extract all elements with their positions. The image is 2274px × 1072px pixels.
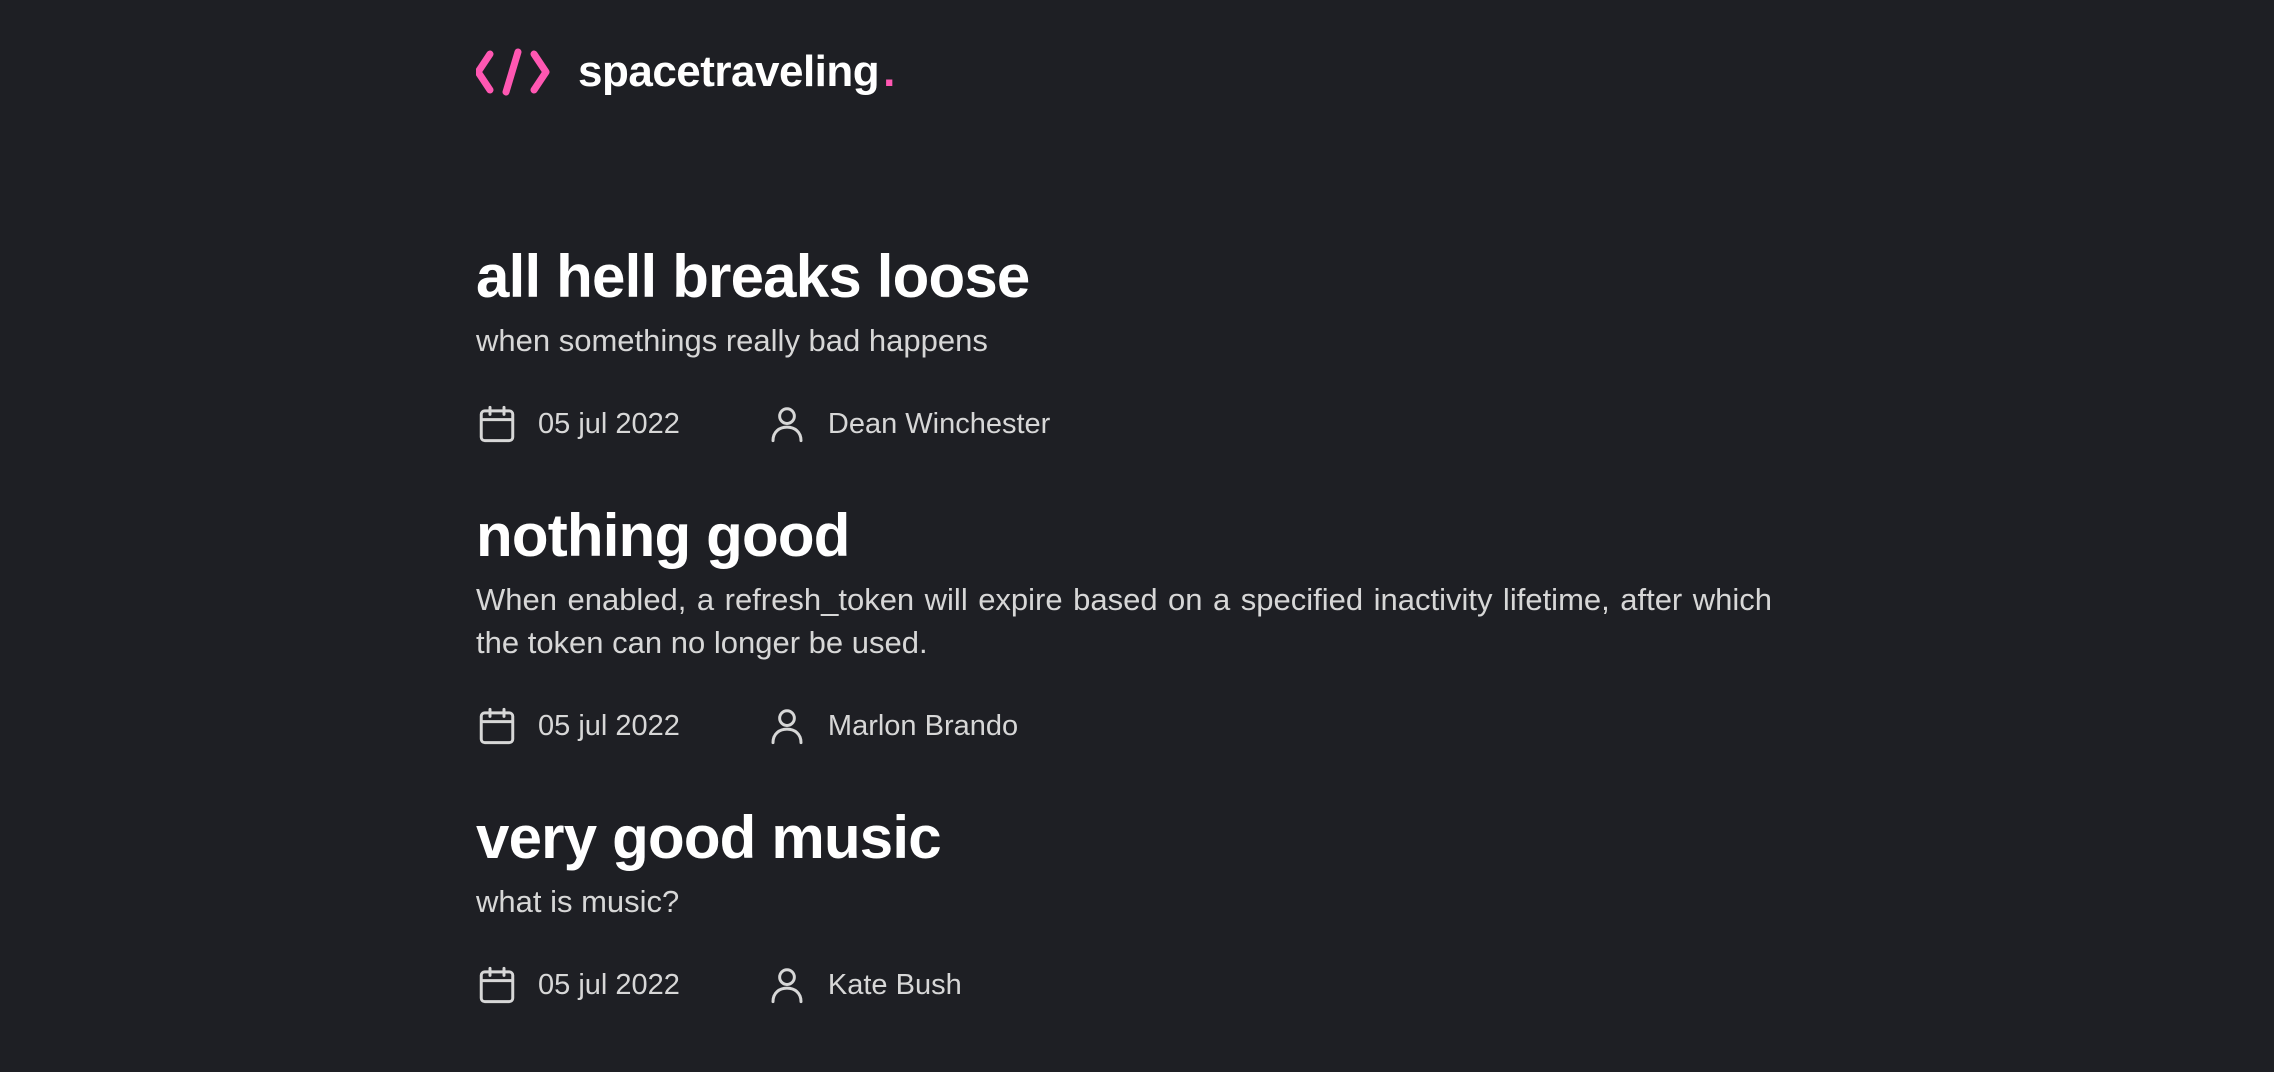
post-title[interactable]: very good music	[476, 802, 1772, 874]
user-icon	[771, 709, 803, 745]
post-author: Dean Winchester	[766, 403, 1050, 445]
post-info: 05 jul 2022 Marlon Brando	[476, 704, 1772, 748]
post-date-text: 05 jul 2022	[538, 968, 680, 1001]
post-subtitle: what is music?	[476, 884, 680, 919]
user-icon	[771, 407, 803, 443]
user-icon	[771, 968, 803, 1004]
calendar-icon	[479, 966, 515, 1004]
code-brackets-icon	[476, 48, 550, 96]
post-subtitle: When enabled, a refresh_token will expir…	[476, 582, 1772, 660]
post-author: Kate Bush	[766, 964, 962, 1006]
post-item[interactable]: all hell breaks loose when somethings re…	[476, 241, 1772, 446]
post-date-text: 05 jul 2022	[538, 709, 680, 742]
post-author-text: Kate Bush	[827, 968, 962, 1001]
post-date: 05 jul 2022	[476, 964, 680, 1006]
post-author-text: Marlon Brando	[827, 709, 1019, 742]
post-item[interactable]: nothing good When enabled, a refresh_tok…	[476, 500, 1772, 748]
post-title[interactable]: all hell breaks loose	[476, 241, 1772, 313]
post-date-text: 05 jul 2022	[538, 407, 680, 440]
post-info: 05 jul 2022 Kate Bush	[476, 963, 1772, 1007]
post-date: 05 jul 2022	[476, 705, 680, 747]
post-date: 05 jul 2022	[476, 403, 680, 445]
calendar-icon	[479, 405, 515, 443]
post-info: 05 jul 2022 Dean Winchester	[476, 402, 1772, 446]
post-item[interactable]: very good music what is music? 05 jul 20…	[476, 802, 1772, 1007]
post-author-text: Dean Winchester	[827, 407, 1051, 440]
post-subtitle: when somethings really bad happens	[476, 323, 988, 358]
brand-dot: .	[883, 47, 896, 96]
calendar-icon	[479, 707, 515, 745]
post-author: Marlon Brando	[766, 705, 1018, 747]
post-title[interactable]: nothing good	[476, 500, 1772, 572]
site-header[interactable]: spacetraveling.	[476, 44, 895, 100]
brand-name: spacetraveling	[578, 47, 880, 96]
